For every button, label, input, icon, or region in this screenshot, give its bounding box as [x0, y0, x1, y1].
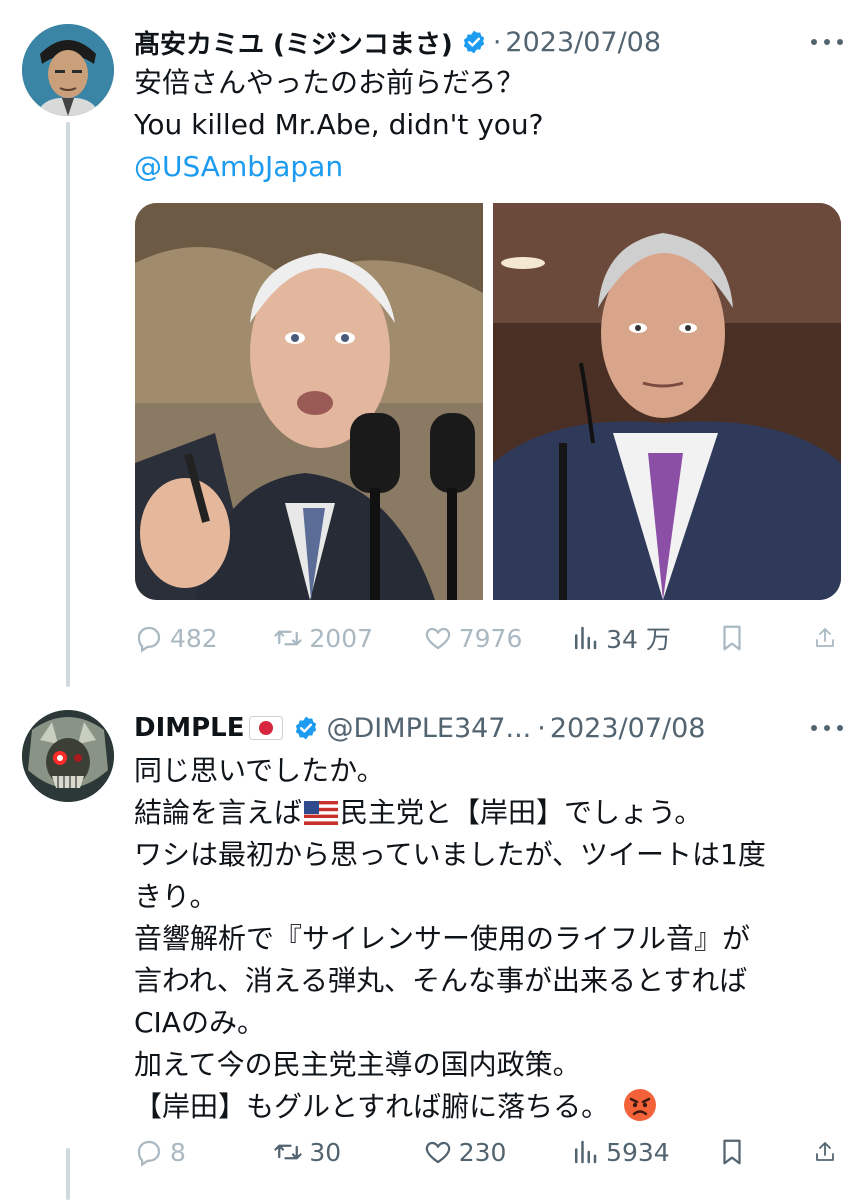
share-button[interactable]	[813, 623, 843, 653]
tweet-header: DIMPLE @DIMPLE347... · 2023/07/08	[134, 708, 843, 748]
views-chart-icon	[575, 1140, 597, 1164]
tweet-text: 安倍さんやったのお前らだろ？ You killed Mr.Abe, didn't…	[134, 62, 841, 188]
tweet-line: ワシは最初から思っていましたが、ツイートは1度	[134, 838, 766, 871]
retweet-button[interactable]: 30	[273, 1137, 422, 1167]
heart-icon	[425, 627, 450, 650]
us-flag-icon	[304, 795, 339, 825]
share-icon	[816, 628, 834, 647]
views-count: 5934	[606, 1137, 670, 1167]
tweet-actions: 482 2007 7976 34 万	[134, 618, 843, 658]
angry-face-emoji	[623, 1088, 657, 1122]
share-button[interactable]	[813, 1137, 843, 1167]
like-button[interactable]: 7976	[423, 623, 570, 653]
share-icon	[816, 1142, 834, 1161]
separator-dot: ·	[537, 712, 546, 744]
like-count: 7976	[458, 623, 523, 653]
retweet-icon	[274, 630, 303, 646]
tweet-line: You killed Mr.Abe, didn't you?	[134, 108, 544, 141]
tweet-line: 音響解析で『サイレンサー使用のライフル音』が	[134, 922, 751, 955]
separator-dot: ·	[492, 26, 502, 58]
mention-link[interactable]: @USAmbJapan	[134, 146, 841, 188]
user-handle[interactable]: @DIMPLE347...	[327, 713, 532, 744]
tweet-line: 安倍さんやったのお前らだろ？	[134, 66, 525, 99]
tweet-text: 同じ思いでしたか。 結論を言えば 民主党と【岸田】でしょう。 ワシは最初から思って…	[134, 750, 841, 1128]
reply-icon	[137, 1140, 161, 1167]
media-grid[interactable]	[135, 203, 841, 600]
bookmark-button[interactable]	[717, 1137, 813, 1167]
tweet-date[interactable]: 2023/07/08	[505, 27, 661, 58]
reply-icon	[137, 626, 161, 653]
avatar[interactable]	[22, 24, 114, 116]
like-count: 230	[458, 1137, 507, 1167]
views-count: 34 万	[606, 625, 671, 654]
tweet-line: CIAのみ。	[134, 1006, 265, 1039]
views-button[interactable]: 34 万	[570, 620, 717, 656]
photo-right[interactable]	[493, 203, 841, 600]
like-button[interactable]: 230	[423, 1137, 570, 1167]
bookmark-icon	[723, 1139, 742, 1165]
tweet-2[interactable]: DIMPLE @DIMPLE347... · 2023/07/08 同じ思いでし…	[0, 690, 863, 1200]
heart-icon	[425, 1141, 450, 1164]
tweet-actions: 8 30 230 5934	[134, 1132, 843, 1172]
retweet-count: 30	[309, 1137, 342, 1167]
retweet-icon	[274, 1144, 303, 1160]
tweet-line: 【岸田】もグルとすれば腑に落ちる。	[134, 1086, 841, 1128]
reply-count: 8	[170, 1137, 186, 1167]
reply-button[interactable]: 482	[134, 623, 273, 653]
display-name[interactable]: DIMPLE	[134, 713, 245, 743]
tweet-line: きり。	[134, 880, 218, 913]
japan-flag-icon	[248, 716, 283, 740]
tweet-line-part: 結論を言えば	[134, 796, 303, 829]
retweet-count: 2007	[309, 623, 374, 653]
tweet-header: 髙安カミユ (ミジンコまさ) · 2023/07/08	[134, 22, 843, 62]
views-chart-icon	[575, 626, 597, 650]
verified-badge-icon	[293, 715, 319, 741]
tweet-line: 言われ、消える弾丸、そんな事が出来るとすれば	[134, 964, 748, 997]
more-dots-icon[interactable]	[811, 30, 843, 54]
bookmark-button[interactable]	[717, 623, 813, 653]
views-button[interactable]: 5934	[570, 1137, 717, 1167]
verified-badge-icon	[461, 29, 487, 55]
tweet-line: 加えて今の民主党主導の国内政策。	[134, 1048, 581, 1081]
bookmark-icon	[723, 625, 742, 651]
reply-count: 482	[170, 623, 218, 653]
tweet-line-part: 【岸田】もグルとすれば腑に落ちる。	[134, 1090, 610, 1123]
retweet-button[interactable]: 2007	[273, 623, 422, 653]
tweet-1[interactable]: 髙安カミユ (ミジンコまさ) · 2023/07/08 安倍さんやったのお前らだ…	[0, 0, 863, 690]
tweet-date[interactable]: 2023/07/08	[550, 713, 706, 744]
photo-left[interactable]	[135, 203, 483, 600]
display-name[interactable]: 髙安カミユ (ミジンコまさ)	[134, 24, 453, 61]
tweet-line-part: 民主党と【岸田】でしょう。	[340, 796, 703, 829]
reply-button[interactable]: 8	[134, 1137, 273, 1167]
tweet-line: 結論を言えば 民主党と【岸田】でしょう。	[134, 792, 841, 834]
more-dots-icon[interactable]	[811, 716, 843, 740]
avatar[interactable]	[22, 710, 114, 802]
tweet-line: 同じ思いでしたか。	[134, 754, 385, 787]
